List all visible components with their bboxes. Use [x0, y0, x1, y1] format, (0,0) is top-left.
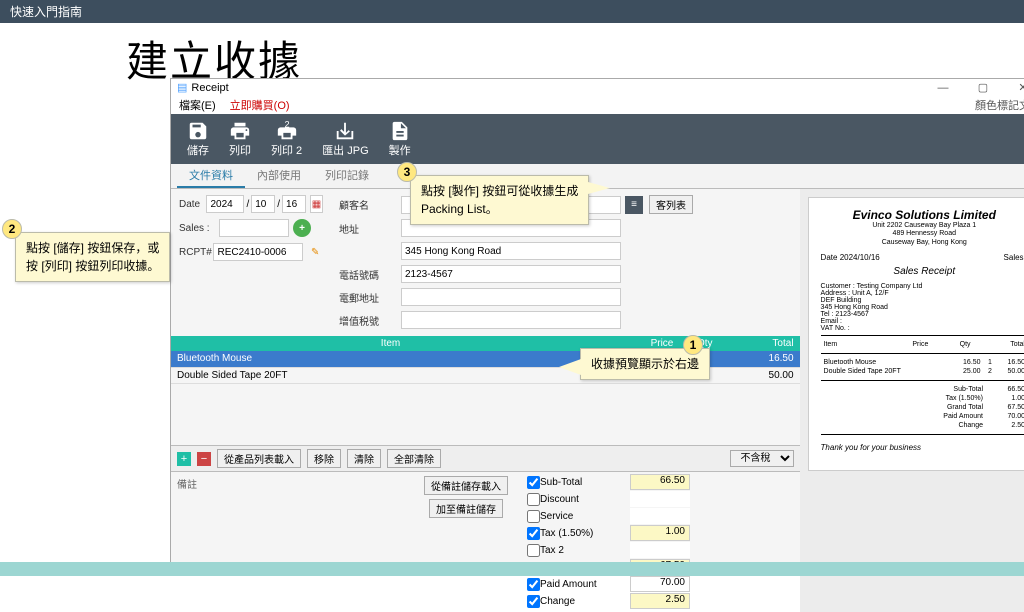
- tel-input[interactable]: [401, 265, 621, 283]
- rcpt-input[interactable]: [213, 243, 303, 261]
- app-window: ▤ Receipt — ▢ ✕ 檔案(E) 立即購買(O) 顏色標記文件 儲存 …: [170, 78, 1024, 576]
- tax2-check[interactable]: [527, 544, 540, 557]
- date-label: Date: [179, 199, 206, 210]
- email-label: 電郵地址: [339, 290, 401, 305]
- load-product-button[interactable]: 從產品列表載入: [217, 449, 301, 468]
- tax-value: 1.00: [630, 525, 690, 541]
- tel-label: 電話號碼: [339, 267, 401, 282]
- th-total: Total: [730, 336, 799, 351]
- discount-check[interactable]: [527, 493, 540, 506]
- paid-check[interactable]: [527, 578, 540, 591]
- tax-check[interactable]: [527, 527, 540, 540]
- thank-you: Thank you for your business: [821, 443, 1024, 452]
- printer2-icon: 2: [276, 120, 298, 142]
- th-item: Item: [171, 336, 610, 351]
- add-sales-icon[interactable]: +: [293, 219, 311, 237]
- customer-lookup-icon[interactable]: ≡: [625, 196, 643, 214]
- document-icon: [389, 120, 411, 142]
- notes-load-button[interactable]: 從備註儲存載入: [424, 476, 508, 495]
- close-button[interactable]: ✕: [1003, 81, 1024, 94]
- notes-save-button[interactable]: 加至備註儲存: [429, 499, 503, 518]
- floppy-icon: [187, 120, 209, 142]
- window-title: Receipt: [191, 82, 923, 94]
- menu-file[interactable]: 檔案(E): [179, 97, 216, 113]
- preview-pane: Evinco Solutions Limited Unit 2202 Cause…: [800, 189, 1024, 612]
- callout-1: 1 收據預覽顯示於右邊: [580, 348, 710, 380]
- toolbar: 儲存 列印 2列印 2 匯出 JPG 製作: [171, 114, 1024, 164]
- clear-button[interactable]: 清除: [347, 449, 381, 468]
- delete-button[interactable]: 移除: [307, 449, 341, 468]
- minimize-button[interactable]: —: [923, 82, 963, 94]
- change-check[interactable]: [527, 595, 540, 608]
- addr2-input[interactable]: [401, 242, 621, 260]
- export-jpg-button[interactable]: 匯出 JPG: [312, 118, 378, 160]
- save-button[interactable]: 儲存: [177, 118, 219, 160]
- rcpt-label: RCPT#: [179, 247, 213, 258]
- tab-internal[interactable]: 內部使用: [245, 164, 313, 188]
- tax-include-select[interactable]: 不含稅: [730, 450, 794, 467]
- printer-icon: [229, 120, 251, 142]
- sales-input[interactable]: [219, 219, 289, 237]
- doc-header: 快速入門指南: [0, 0, 1024, 23]
- calendar-icon[interactable]: ▦: [310, 195, 323, 213]
- maximize-button[interactable]: ▢: [963, 81, 1003, 94]
- add-row-icon[interactable]: +: [177, 452, 191, 466]
- print2-button[interactable]: 2列印 2: [261, 118, 312, 160]
- month-input[interactable]: [251, 195, 275, 213]
- list-controls: + − 從產品列表載入 移除 清除 全部清除 不含稅: [171, 445, 800, 472]
- tab-document[interactable]: 文件資料: [177, 164, 245, 188]
- pencil-icon[interactable]: ✎: [307, 243, 323, 261]
- receipt-icon: ▤: [177, 81, 187, 94]
- company-name: Evinco Solutions Limited: [821, 208, 1024, 222]
- year-input[interactable]: [206, 195, 244, 213]
- menubar: 檔案(E) 立即購買(O) 顏色標記文件: [171, 96, 1024, 114]
- subtotal-check[interactable]: [527, 476, 540, 489]
- doc-color-label[interactable]: 顏色標記文件: [975, 97, 1024, 113]
- receipt-title: Sales Receipt: [821, 266, 1024, 277]
- titlebar: ▤ Receipt — ▢ ✕: [171, 79, 1024, 96]
- footer-bar: [0, 562, 1024, 576]
- service-check[interactable]: [527, 510, 540, 523]
- subtotal-value: 66.50: [630, 474, 690, 490]
- sales-label: Sales :: [179, 223, 219, 234]
- addr-label: 地址: [339, 221, 401, 236]
- callout-3: 3 點按 [製作] 按鈕可從收據生成Packing List。: [410, 175, 589, 225]
- day-input[interactable]: [282, 195, 306, 213]
- clear-all-button[interactable]: 全部清除: [387, 449, 441, 468]
- vat-input[interactable]: [401, 311, 621, 329]
- email-input[interactable]: [401, 288, 621, 306]
- svg-text:2: 2: [284, 120, 289, 129]
- notes-label: 備註: [177, 476, 405, 491]
- tab-printlog[interactable]: 列印記錄: [313, 164, 381, 188]
- customer-list-button[interactable]: 客列表: [649, 195, 693, 214]
- receipt-preview: Evinco Solutions Limited Unit 2202 Cause…: [808, 197, 1024, 471]
- change-value: 2.50: [630, 593, 690, 609]
- menu-buy[interactable]: 立即購買(O): [230, 97, 290, 113]
- make-button[interactable]: 製作: [379, 118, 421, 160]
- remove-row-icon[interactable]: −: [197, 452, 211, 466]
- export-icon: [334, 120, 356, 142]
- paid-value[interactable]: 70.00: [630, 576, 690, 592]
- print-button[interactable]: 列印: [219, 118, 261, 160]
- customer-label: 顧客名: [339, 197, 401, 212]
- totals-panel: Sub-Total66.50 Discount Service Tax (1.5…: [521, 472, 800, 612]
- vat-label: 增值税號: [339, 313, 401, 328]
- callout-2: 2 點按 [儲存] 按鈕保存，或按 [列印] 按鈕列印收據。: [15, 232, 170, 282]
